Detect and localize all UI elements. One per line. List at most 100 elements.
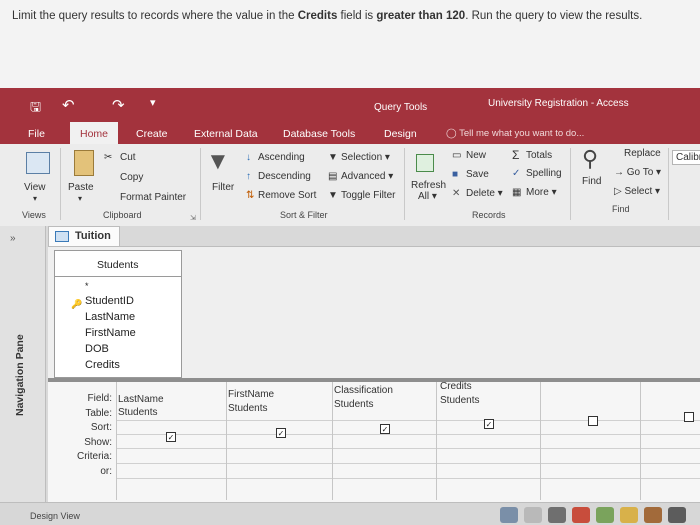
field-cell-1[interactable]: LastName bbox=[118, 394, 164, 405]
dock-app-icon[interactable] bbox=[572, 507, 590, 523]
field-item-dob[interactable]: DOB bbox=[85, 343, 109, 355]
totals-button[interactable]: Totals bbox=[526, 150, 552, 161]
find-icon[interactable]: ⚲ bbox=[582, 146, 598, 172]
select-button[interactable]: ▷ Select ▾ bbox=[614, 186, 660, 197]
row-label-sort: Sort: bbox=[90, 422, 112, 433]
grid-column-2[interactable] bbox=[226, 382, 227, 500]
view-button[interactable]: View bbox=[24, 182, 46, 193]
filter-icon[interactable]: ▼ bbox=[206, 148, 230, 176]
field-cell-3[interactable]: Classification bbox=[334, 385, 393, 396]
filter-button[interactable]: Filter bbox=[212, 182, 234, 193]
undo-icon[interactable]: ↶ bbox=[62, 96, 75, 114]
selection-icon: ▼ bbox=[328, 152, 338, 163]
tab-home[interactable]: Home bbox=[70, 122, 119, 144]
table-cell-2[interactable]: Students bbox=[228, 403, 267, 414]
dock-app-icon[interactable] bbox=[596, 507, 614, 523]
view-icon[interactable] bbox=[26, 152, 50, 174]
show-checkbox-2[interactable]: ✓ bbox=[276, 428, 286, 438]
go-to-button[interactable]: → Go To ▾ bbox=[614, 167, 661, 178]
tell-me-box[interactable]: ◯ Tell me what you want to do... bbox=[446, 128, 584, 139]
grid-column-3[interactable] bbox=[332, 382, 333, 500]
save-icon[interactable]: 🖫 bbox=[30, 98, 41, 120]
navigation-pane[interactable]: » Navigation Pane bbox=[0, 226, 46, 525]
cut-icon[interactable]: ✂ bbox=[104, 152, 112, 163]
font-name-box[interactable]: Calibr bbox=[672, 150, 700, 165]
ascending-button[interactable]: Ascending bbox=[258, 152, 305, 163]
advanced-icon: ▤ bbox=[328, 171, 338, 182]
descending-button[interactable]: Descending bbox=[258, 171, 311, 182]
dock-app-icon[interactable] bbox=[668, 507, 686, 523]
all-fields-item[interactable]: * bbox=[85, 281, 89, 291]
grid-line bbox=[116, 448, 700, 449]
refresh-icon[interactable] bbox=[416, 154, 434, 172]
remove-sort-button[interactable]: Remove Sort bbox=[258, 190, 316, 201]
document-tab-tuition[interactable]: Tuition bbox=[48, 226, 120, 246]
show-checkbox-6[interactable] bbox=[684, 412, 694, 422]
field-item-firstname[interactable]: FirstName bbox=[85, 327, 136, 339]
paste-button[interactable]: Paste bbox=[68, 182, 94, 193]
redo-icon[interactable]: ↷ bbox=[112, 96, 125, 114]
grid-column-5[interactable] bbox=[540, 382, 541, 500]
field-cell-4[interactable]: Credits bbox=[440, 381, 472, 392]
table-cell-1[interactable]: Students bbox=[118, 407, 157, 418]
expand-nav-pane-icon[interactable]: » bbox=[10, 233, 16, 244]
field-item-lastname[interactable]: LastName bbox=[85, 311, 135, 323]
dialog-launcher-icon[interactable]: ⇲ bbox=[190, 214, 196, 222]
row-label-field: Field: bbox=[87, 393, 112, 404]
ascending-icon: ↓ bbox=[246, 152, 251, 163]
grid-column-6[interactable] bbox=[640, 382, 641, 500]
view-dropdown-icon[interactable]: ▾ bbox=[33, 194, 37, 203]
tab-design[interactable]: Design bbox=[384, 128, 417, 140]
spelling-icon: ✓ bbox=[512, 168, 521, 179]
tab-create[interactable]: Create bbox=[136, 128, 168, 140]
dock-app-icon[interactable] bbox=[524, 507, 542, 523]
paste-icon[interactable] bbox=[74, 150, 94, 176]
dock-app-icon[interactable] bbox=[548, 507, 566, 523]
copy-button[interactable]: Copy bbox=[120, 172, 143, 183]
toggle-filter-button[interactable]: Toggle Filter bbox=[341, 190, 395, 201]
field-item-studentid[interactable]: StudentID bbox=[85, 295, 134, 307]
field-item-credits[interactable]: Credits bbox=[85, 359, 120, 371]
advanced-button[interactable]: Advanced ▾ bbox=[341, 171, 393, 182]
format-painter-button[interactable]: Format Painter bbox=[120, 192, 186, 203]
refresh-all-button[interactable]: All ▾ bbox=[418, 191, 437, 202]
grid-line bbox=[116, 434, 700, 435]
row-label-criteria: Criteria: bbox=[76, 451, 112, 462]
show-checkbox-1[interactable]: ✓ bbox=[166, 432, 176, 442]
paste-dropdown-icon[interactable]: ▾ bbox=[78, 194, 82, 203]
instruction-text: Limit the query results to records where… bbox=[0, 0, 700, 88]
tab-file[interactable]: File bbox=[28, 128, 45, 140]
refresh-button[interactable]: Refresh bbox=[411, 180, 446, 191]
save-record-button[interactable]: Save bbox=[466, 169, 489, 180]
replace-button[interactable]: Replace bbox=[624, 148, 661, 159]
field-list-title: Students bbox=[55, 251, 181, 277]
show-checkbox-5[interactable] bbox=[588, 416, 598, 426]
field-cell-2[interactable]: FirstName bbox=[228, 389, 274, 400]
field-list-students[interactable]: Students * 🔑 StudentID LastName FirstNam… bbox=[54, 250, 182, 378]
show-checkbox-4[interactable]: ✓ bbox=[484, 419, 494, 429]
delete-record-button[interactable]: Delete ▾ bbox=[466, 188, 503, 199]
find-button[interactable]: Find bbox=[582, 176, 601, 187]
row-label-show: Show: bbox=[84, 436, 112, 448]
new-icon: ▭ bbox=[452, 150, 462, 161]
tab-external-data[interactable]: External Data bbox=[194, 128, 258, 140]
dock-app-icon[interactable] bbox=[620, 507, 638, 523]
tab-database-tools[interactable]: Database Tools bbox=[283, 128, 355, 140]
table-cell-4[interactable]: Students bbox=[440, 395, 479, 406]
grid-column-1[interactable] bbox=[116, 382, 117, 500]
dock-app-icon[interactable] bbox=[644, 507, 662, 523]
spelling-button[interactable]: Spelling bbox=[526, 168, 562, 179]
new-record-button[interactable]: New bbox=[466, 150, 486, 161]
save-record-icon: ■ bbox=[452, 169, 459, 180]
cut-button[interactable]: Cut bbox=[120, 152, 136, 163]
ribbon: View ▾ Views Paste ▾ ✂ Cut Copy Format P… bbox=[0, 144, 700, 226]
app-title: University Registration - Access bbox=[488, 98, 629, 109]
show-checkbox-3[interactable]: ✓ bbox=[380, 424, 390, 434]
quick-access-dropdown-icon[interactable]: ▾ bbox=[150, 96, 156, 109]
table-cell-3[interactable]: Students bbox=[334, 399, 373, 410]
selection-button[interactable]: Selection ▾ bbox=[341, 152, 390, 163]
dock-app-icon[interactable] bbox=[500, 507, 518, 523]
more-button[interactable]: More ▾ bbox=[526, 187, 557, 198]
ribbon-separator bbox=[60, 148, 61, 220]
grid-column-4[interactable] bbox=[436, 382, 437, 500]
